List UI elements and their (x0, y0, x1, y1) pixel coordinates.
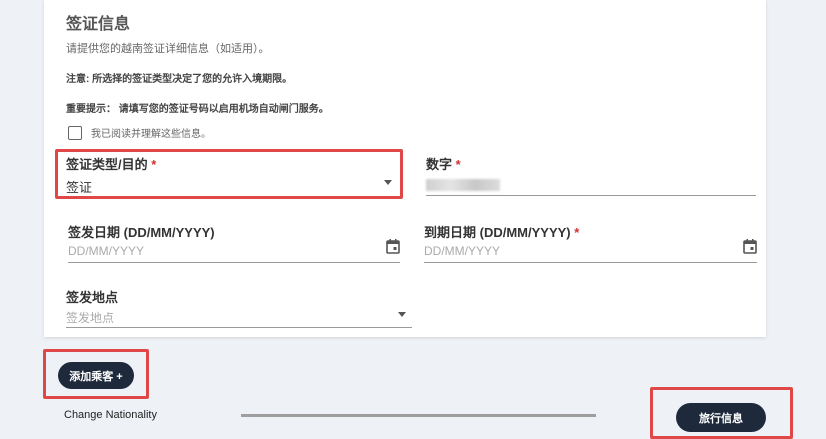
issue-place-placeholder: 签发地点 (66, 311, 115, 325)
field-underline (424, 262, 757, 263)
highlight-visa-type (55, 149, 403, 199)
visa-number-field[interactable]: 数字 * (426, 154, 756, 196)
issue-date-label: 签发日期 (DD/MM/YYYY) (68, 225, 215, 240)
expiry-date-label: 到期日期 (DD/MM/YYYY) * (424, 225, 580, 240)
required-mark: * (455, 157, 461, 172)
required-mark: * (574, 225, 580, 240)
confirm-checkbox[interactable] (68, 125, 82, 140)
confirm-checkbox-label: 我已阅读并理解这些信息。 (91, 129, 211, 140)
confirm-row[interactable]: 我已阅读并理解这些信息。 (68, 125, 211, 140)
expiry-date-field[interactable]: 到期日期 (DD/MM/YYYY) * DD/MM/YYYY (424, 222, 757, 264)
dropdown-arrow-icon[interactable] (398, 312, 406, 317)
issue-date-placeholder: DD/MM/YYYY (68, 244, 145, 258)
expiry-date-placeholder: DD/MM/YYYY (424, 244, 501, 258)
field-underline (426, 195, 756, 196)
visa-number-value-redacted (426, 179, 500, 191)
visa-number-label: 数字 * (426, 157, 461, 172)
calendar-icon[interactable] (386, 238, 400, 254)
section-title: 签证信息 (66, 16, 131, 33)
change-nationality-link[interactable]: Change Nationality (64, 409, 157, 421)
field-underline (66, 327, 412, 328)
progress-bar (241, 414, 596, 417)
section-description: 请提供您的越南签证详细信息（如适用）。 (66, 43, 270, 55)
issue-date-field[interactable]: 签发日期 (DD/MM/YYYY) DD/MM/YYYY (68, 222, 400, 264)
add-passenger-button[interactable]: 添加乘客 + (58, 362, 134, 389)
progress-fill (241, 414, 596, 417)
field-underline (68, 262, 400, 263)
calendar-icon[interactable] (743, 238, 757, 254)
issue-place-label: 签发地点 (66, 290, 119, 305)
issue-place-select[interactable]: 签发地点 签发地点 (66, 287, 412, 329)
important-note: 重要提示： 请填写您的签证号码以启用机场自动闸门服务。 (66, 104, 329, 115)
travel-info-button[interactable]: 旅行信息 (676, 403, 766, 432)
visa-type-note: 注意: 所选择的签证类型决定了您的允许入境期限。 (66, 74, 293, 85)
